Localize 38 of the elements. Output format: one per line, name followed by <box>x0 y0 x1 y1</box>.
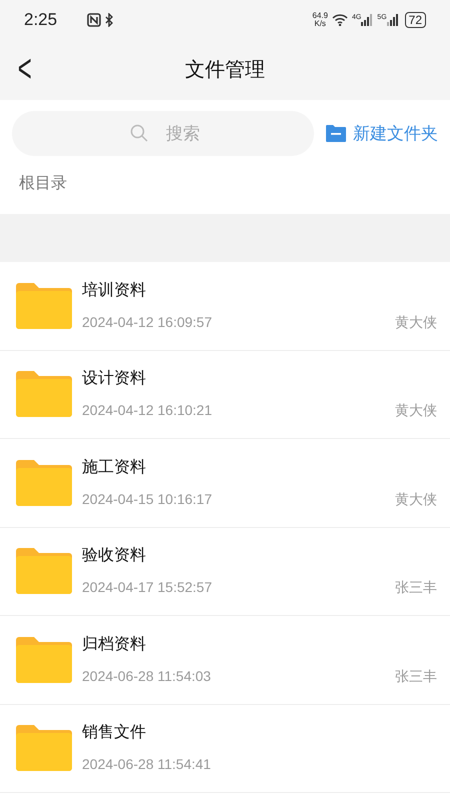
folder-icon <box>16 725 72 772</box>
folder-icon <box>16 548 72 594</box>
signal-icon <box>361 14 374 26</box>
folder-date: 2024-06-28 11:54:03 <box>82 666 211 686</box>
folder-icon <box>16 371 72 418</box>
folder-date: 2024-04-15 10:16:17 <box>82 490 212 509</box>
search-icon <box>130 124 148 142</box>
folder-name[interactable]: 销售文件 <box>82 721 437 746</box>
signal-icon <box>386 14 399 26</box>
folder-owner: 张三丰 <box>395 578 437 598</box>
page-title: 文件管理 <box>185 58 265 83</box>
battery-level: 72 <box>404 12 426 28</box>
network-speed: 64.9 <box>312 12 328 20</box>
folder-name[interactable]: 验收资料 <box>82 544 437 568</box>
folder-date: 2024-04-12 16:09:57 <box>82 312 212 332</box>
folder-owner: 黄大侠 <box>395 312 437 332</box>
bluetooth-icon <box>104 13 114 27</box>
wifi-icon <box>332 14 348 26</box>
folder-name[interactable]: 施工资料 <box>82 456 437 480</box>
folder-owner: 张三丰 <box>395 666 437 686</box>
speed-unit: K/s <box>314 20 326 28</box>
back-button[interactable]: < <box>18 50 32 90</box>
folder-icon <box>16 282 72 329</box>
folder-owner: 黄大侠 <box>395 401 437 420</box>
folder-date: 2024-04-12 16:10:21 <box>82 401 212 420</box>
nfc-icon <box>87 13 102 27</box>
breadcrumb[interactable]: 根目录 <box>0 172 450 198</box>
folder-icon <box>326 125 346 142</box>
folder-icon <box>16 636 72 683</box>
folder-owner: 黄大侠 <box>395 490 437 509</box>
status-time: 2:25 <box>24 9 58 32</box>
folder-date: 2024-04-17 15:52:57 <box>82 578 212 598</box>
search-field[interactable]: 搜索 <box>12 111 314 156</box>
folder-name[interactable]: 归档资料 <box>82 632 437 657</box>
folder-date: 2024-06-28 11:54:41 <box>82 755 211 774</box>
folder-icon <box>16 460 72 506</box>
folder-name[interactable]: 设计资料 <box>82 367 437 392</box>
folder-name[interactable]: 培训资料 <box>82 278 437 303</box>
